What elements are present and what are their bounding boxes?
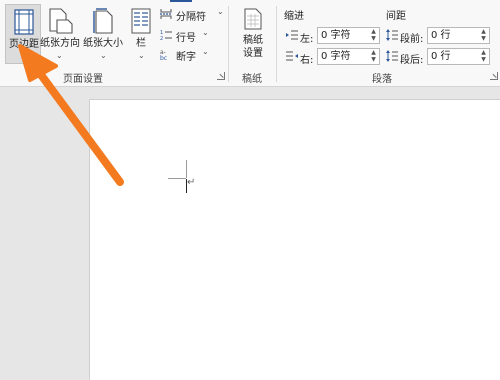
- size-icon: [93, 8, 113, 34]
- spacing-before-spinner-icon[interactable]: ▲ ▼: [480, 28, 487, 43]
- svg-text:2: 2: [160, 36, 163, 41]
- spacing-after-value: 0 行: [431, 51, 451, 62]
- size-button[interactable]: 纸张大小 ⌄: [81, 4, 125, 64]
- paragraph-mark-icon: ↵: [187, 177, 196, 188]
- spacing-after-label: 段后:: [400, 55, 424, 66]
- line-numbers-chevron-icon: ⌄: [202, 28, 209, 37]
- indent-right-value: 0 字符: [321, 51, 351, 62]
- svg-text:bc: bc: [160, 55, 167, 60]
- ribbon: ı 页边距 ⌄ 纸张方向 ⌄ 纸张大小 ⌄: [0, 0, 500, 87]
- manuscript-label-line2: 设置: [243, 48, 263, 59]
- columns-chevron-icon: ⌄: [138, 51, 145, 60]
- orientation-button[interactable]: 纸张方向 ⌄: [39, 4, 81, 64]
- margins-icon: [14, 9, 34, 35]
- page-setup-launcher-icon[interactable]: [217, 72, 225, 80]
- orientation-chevron-icon: ⌄: [56, 51, 63, 60]
- manuscript-settings-button[interactable]: 稿纸 设置: [236, 6, 270, 62]
- hyphenation-chevron-icon: ⌄: [202, 47, 209, 56]
- indent-right-icon: [286, 51, 298, 61]
- spacing-before-value: 0 行: [431, 30, 451, 41]
- indent-right-spinner-icon[interactable]: ▲ ▼: [370, 49, 377, 64]
- size-label: 纸张大小: [83, 38, 123, 49]
- breaks-button[interactable]: 分隔符 ⌄: [160, 6, 224, 23]
- breaks-icon: [160, 9, 172, 19]
- columns-button[interactable]: 栏 ⌄: [128, 4, 154, 64]
- manuscript-label-line1: 稿纸: [243, 35, 263, 46]
- orientation-label: 纸张方向: [40, 38, 80, 49]
- active-tab-indicator: [170, 0, 192, 2]
- spacing-header: 间距: [386, 11, 406, 22]
- spacing-before-label: 段前:: [400, 34, 424, 45]
- separator: [228, 6, 229, 82]
- margins-chevron-icon: ⌄: [20, 52, 27, 61]
- document-page[interactable]: [89, 99, 500, 380]
- line-numbers-icon: 1 2: [160, 30, 172, 41]
- indent-left-icon: [286, 30, 298, 40]
- columns-label: 栏: [136, 38, 146, 49]
- page-setup-group-label: 页面设置: [63, 74, 103, 85]
- line-numbers-button[interactable]: 1 2 行号 ⌄: [160, 27, 212, 44]
- indent-left-value: 0 字符: [321, 30, 351, 41]
- paragraph-group-label: 段落: [372, 74, 392, 85]
- columns-icon: [131, 8, 151, 34]
- breaks-chevron-icon: ⌄: [217, 7, 224, 16]
- hyphenation-icon: a- bc: [160, 49, 167, 60]
- manuscript-group-label: 稿纸: [242, 74, 262, 85]
- spacing-after-spinner-icon[interactable]: ▲ ▼: [480, 49, 487, 64]
- breaks-label: 分隔符: [176, 12, 206, 23]
- indent-left-label: 左:: [300, 34, 314, 45]
- indent-right-input[interactable]: 0 字符 ▲ ▼: [317, 48, 380, 65]
- spacing-after-icon: [386, 50, 398, 62]
- indent-header: 缩进: [284, 11, 304, 22]
- margins-button[interactable]: 页边距 ⌄: [5, 4, 41, 64]
- crop-mark-horizontal: [168, 178, 186, 179]
- indent-right-label: 右:: [300, 55, 314, 66]
- paragraph-launcher-icon[interactable]: [490, 72, 498, 80]
- crop-mark-vertical: [186, 160, 187, 178]
- spacing-before-icon: [386, 29, 398, 41]
- hyphenation-label: 断字: [176, 52, 196, 63]
- line-numbers-label: 行号: [176, 33, 196, 44]
- separator: [276, 6, 277, 82]
- indent-left-spinner-icon[interactable]: ▲ ▼: [370, 28, 377, 43]
- size-chevron-icon: ⌄: [100, 51, 107, 60]
- spacing-after-input[interactable]: 0 行 ▲ ▼: [427, 48, 490, 65]
- hyphenation-button[interactable]: a- bc 断字 ⌄: [160, 46, 212, 63]
- manuscript-icon: [244, 8, 262, 30]
- orientation-icon: [49, 8, 73, 34]
- spacing-before-input[interactable]: 0 行 ▲ ▼: [427, 27, 490, 44]
- indent-left-input[interactable]: 0 字符 ▲ ▼: [317, 27, 380, 44]
